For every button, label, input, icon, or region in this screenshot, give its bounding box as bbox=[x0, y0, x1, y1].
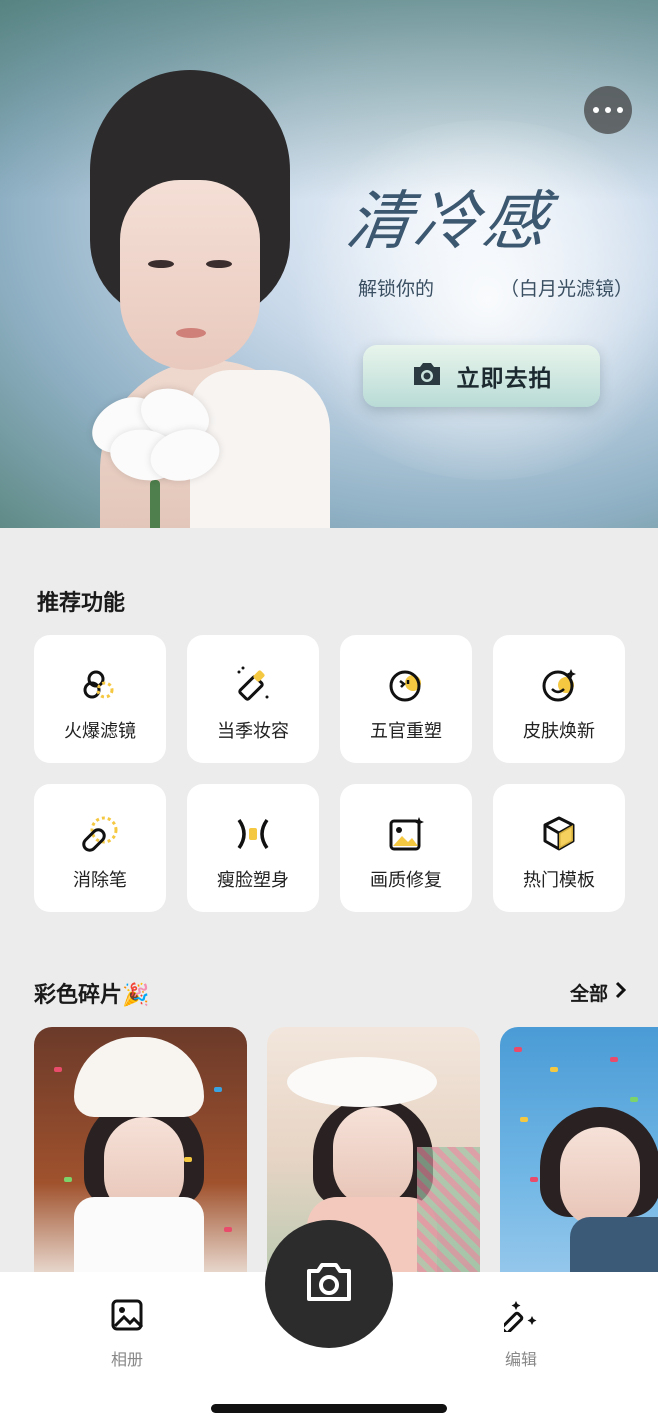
more-options-button[interactable] bbox=[584, 86, 632, 134]
tab-edit-label: 编辑 bbox=[504, 1350, 537, 1369]
skin-icon bbox=[539, 665, 579, 705]
feature-makeup[interactable]: 当季妆容 bbox=[187, 635, 319, 763]
tab-album[interactable]: 相册 bbox=[110, 1298, 144, 1370]
feature-label: 画质修复 bbox=[370, 870, 442, 891]
feature-label: 热门模板 bbox=[523, 870, 595, 891]
hero-model-image bbox=[60, 70, 330, 528]
home-indicator bbox=[211, 1404, 447, 1413]
feature-slim[interactable]: 瘦脸塑身 bbox=[187, 784, 319, 912]
image-repair-icon bbox=[386, 814, 426, 854]
shoot-now-label: 立即去拍 bbox=[456, 366, 553, 392]
feature-label: 五官重塑 bbox=[370, 721, 442, 742]
gallery-card[interactable] bbox=[34, 1027, 247, 1287]
feature-eraser[interactable]: 消除笔 bbox=[34, 784, 166, 912]
makeup-icon bbox=[233, 665, 273, 705]
lily-flower bbox=[80, 370, 230, 528]
filter-icon bbox=[80, 665, 120, 705]
feature-template[interactable]: 热门模板 bbox=[493, 784, 625, 912]
camera-icon bbox=[305, 1261, 353, 1307]
gallery-section-title: 彩色碎片🎉 bbox=[34, 983, 150, 1008]
features-section-title: 推荐功能 bbox=[37, 591, 126, 616]
feature-face-reshape[interactable]: 五官重塑 bbox=[340, 635, 472, 763]
feature-label: 皮肤焕新 bbox=[523, 721, 595, 742]
camera-button[interactable] bbox=[265, 1220, 393, 1348]
image-icon bbox=[110, 1298, 144, 1336]
hero-title: 清冷感 bbox=[341, 185, 557, 259]
hero-subtitle-right: （白月光滤镜） bbox=[500, 278, 634, 300]
hero-subtitle-left: 解锁你的 bbox=[358, 278, 435, 300]
tab-edit[interactable]: 编辑 bbox=[500, 1298, 538, 1370]
feature-label: 消除笔 bbox=[73, 870, 127, 891]
see-all-link[interactable]: 全部 bbox=[570, 979, 627, 1006]
chevron-right-icon bbox=[614, 981, 627, 1004]
magic-wand-icon bbox=[500, 1298, 538, 1336]
camera-icon bbox=[411, 360, 443, 392]
see-all-label: 全部 bbox=[570, 983, 609, 1005]
shoot-now-button[interactable]: 立即去拍 bbox=[363, 345, 600, 407]
face-reshape-icon bbox=[386, 665, 426, 705]
slim-icon bbox=[233, 814, 273, 854]
gallery-card[interactable] bbox=[500, 1027, 658, 1287]
hero-banner[interactable]: 清冷感 解锁你的 （白月光滤镜） 立即去拍 bbox=[0, 0, 658, 528]
feature-label: 当季妆容 bbox=[217, 721, 289, 742]
template-icon bbox=[539, 814, 579, 854]
feature-skin[interactable]: 皮肤焕新 bbox=[493, 635, 625, 763]
feature-filter[interactable]: 火爆滤镜 bbox=[34, 635, 166, 763]
feature-label: 瘦脸塑身 bbox=[217, 870, 289, 891]
tab-album-label: 相册 bbox=[110, 1350, 143, 1369]
feature-image-repair[interactable]: 画质修复 bbox=[340, 784, 472, 912]
eraser-icon bbox=[80, 814, 120, 854]
feature-label: 火爆滤镜 bbox=[64, 721, 136, 742]
